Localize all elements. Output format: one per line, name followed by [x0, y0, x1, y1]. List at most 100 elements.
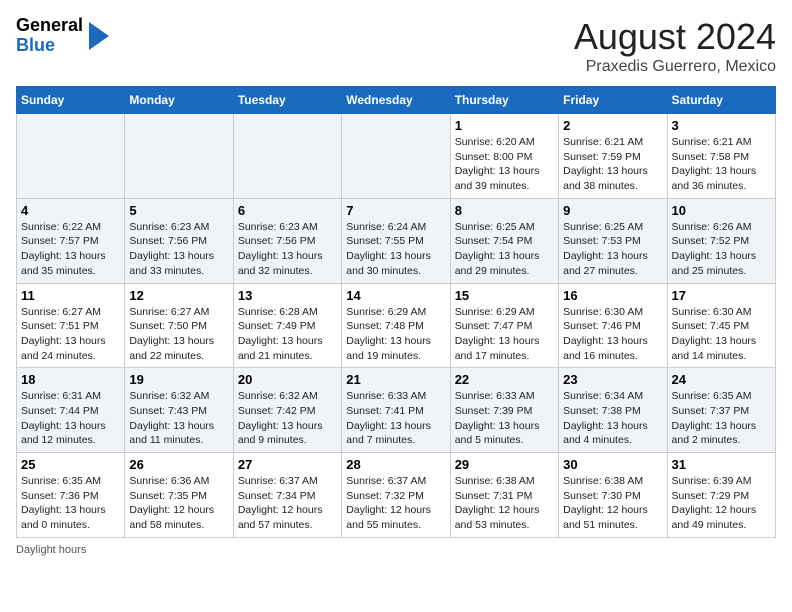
calendar-day-cell: 22 Sunrise: 6:33 AMSunset: 7:39 PMDayligh… — [450, 368, 558, 453]
logo-general: General — [16, 15, 83, 35]
day-number: 4 — [21, 203, 120, 218]
calendar-week-row: 1 Sunrise: 6:20 AMSunset: 8:00 PMDaylight… — [17, 114, 776, 199]
calendar-day-cell: 23 Sunrise: 6:34 AMSunset: 7:38 PMDayligh… — [559, 368, 667, 453]
calendar-day-cell: 30Sunrise: 6:38 AMSunset: 7:30 PMDayligh… — [559, 453, 667, 538]
calendar-day-cell: 31 Sunrise: 6:39 AMSunset: 7:29 PMDayligh… — [667, 453, 775, 538]
day-info: Sunrise: 6:37 AMSunset: 7:32 PMDaylight:… — [346, 474, 445, 533]
day-number: 28 — [346, 457, 445, 472]
day-number: 19 — [129, 372, 228, 387]
logo-text: General Blue — [16, 16, 83, 56]
calendar-day-cell: 20 Sunrise: 6:32 AMSunset: 7:42 PMDayligh… — [233, 368, 341, 453]
day-info: Sunrise: 6:35 AMSunset: 7:36 PMDaylight:… — [21, 474, 120, 533]
day-info: Sunrise: 6:24 AMSunset: 7:55 PMDaylight:… — [346, 220, 445, 279]
day-number: 15 — [455, 288, 554, 303]
day-info: Sunrise: 6:35 AMSunset: 7:37 PMDaylight:… — [672, 389, 771, 448]
calendar-day-header: Friday — [559, 87, 667, 114]
calendar-day-cell: 19 Sunrise: 6:32 AMSunset: 7:43 PMDayligh… — [125, 368, 233, 453]
calendar-day-cell: 1 Sunrise: 6:20 AMSunset: 8:00 PMDaylight… — [450, 114, 558, 199]
day-number: 5 — [129, 203, 228, 218]
calendar-day-cell: 13 Sunrise: 6:28 AMSunset: 7:49 PMDayligh… — [233, 283, 341, 368]
calendar-day-cell: 2 Sunrise: 6:21 AMSunset: 7:59 PMDaylight… — [559, 114, 667, 199]
day-number: 9 — [563, 203, 662, 218]
day-number: 25 — [21, 457, 120, 472]
day-number: 2 — [563, 118, 662, 133]
day-number: 1 — [455, 118, 554, 133]
calendar-day-cell: 7 Sunrise: 6:24 AMSunset: 7:55 PMDaylight… — [342, 198, 450, 283]
day-number: 20 — [238, 372, 337, 387]
day-number: 13 — [238, 288, 337, 303]
day-number: 14 — [346, 288, 445, 303]
day-number: 23 — [563, 372, 662, 387]
day-info: Sunrise: 6:27 AMSunset: 7:50 PMDaylight:… — [129, 305, 228, 364]
calendar-week-row: 4 Sunrise: 6:22 AMSunset: 7:57 PMDaylight… — [17, 198, 776, 283]
calendar-day-cell: 27Sunrise: 6:37 AMSunset: 7:34 PMDayligh… — [233, 453, 341, 538]
day-info: Sunrise: 6:23 AMSunset: 7:56 PMDaylight:… — [129, 220, 228, 279]
day-info: Sunrise: 6:30 AMSunset: 7:45 PMDaylight:… — [672, 305, 771, 364]
day-number: 22 — [455, 372, 554, 387]
day-info: Sunrise: 6:26 AMSunset: 7:52 PMDaylight:… — [672, 220, 771, 279]
day-number: 31 — [672, 457, 771, 472]
calendar-day-cell: 24 Sunrise: 6:35 AMSunset: 7:37 PMDayligh… — [667, 368, 775, 453]
day-number: 27 — [238, 457, 337, 472]
day-number: 24 — [672, 372, 771, 387]
page-subtitle: Praxedis Guerrero, Mexico — [574, 58, 776, 76]
calendar-day-cell: 11 Sunrise: 6:27 AMSunset: 7:51 PMDayligh… — [17, 283, 125, 368]
day-number: 12 — [129, 288, 228, 303]
day-info: Sunrise: 6:27 AMSunset: 7:51 PMDaylight:… — [21, 305, 120, 364]
calendar-day-cell: 28 Sunrise: 6:37 AMSunset: 7:32 PMDayligh… — [342, 453, 450, 538]
page-header: General Blue August 2024 Praxedis Guerre… — [16, 16, 776, 76]
day-info: Sunrise: 6:32 AMSunset: 7:42 PMDaylight:… — [238, 389, 337, 448]
day-info: Sunrise: 6:31 AMSunset: 7:44 PMDaylight:… — [21, 389, 120, 448]
calendar-day-cell: 4 Sunrise: 6:22 AMSunset: 7:57 PMDaylight… — [17, 198, 125, 283]
calendar-table: SundayMondayTuesdayWednesdayThursdayFrid… — [16, 86, 776, 538]
day-info: Sunrise: 6:34 AMSunset: 7:38 PMDaylight:… — [563, 389, 662, 448]
logo-blue: Blue — [16, 35, 55, 55]
calendar-day-header: Saturday — [667, 87, 775, 114]
day-info: Sunrise: 6:25 AMSunset: 7:53 PMDaylight:… — [563, 220, 662, 279]
calendar-day-cell: 17 Sunrise: 6:30 AMSunset: 7:45 PMDayligh… — [667, 283, 775, 368]
calendar-day-cell: 3 Sunrise: 6:21 AMSunset: 7:58 PMDaylight… — [667, 114, 775, 199]
day-info: Sunrise: 6:22 AMSunset: 7:57 PMDaylight:… — [21, 220, 120, 279]
calendar-day-cell: 18 Sunrise: 6:31 AMSunset: 7:44 PMDayligh… — [17, 368, 125, 453]
day-info: Sunrise: 6:29 AMSunset: 7:47 PMDaylight:… — [455, 305, 554, 364]
day-info: Sunrise: 6:38 AMSunset: 7:30 PMDaylight:… — [563, 474, 662, 533]
day-info: Sunrise: 6:29 AMSunset: 7:48 PMDaylight:… — [346, 305, 445, 364]
page-title: August 2024 — [574, 16, 776, 58]
day-info: Sunrise: 6:32 AMSunset: 7:43 PMDaylight:… — [129, 389, 228, 448]
calendar-day-cell: 6 Sunrise: 6:23 AMSunset: 7:56 PMDaylight… — [233, 198, 341, 283]
day-info: Sunrise: 6:38 AMSunset: 7:31 PMDaylight:… — [455, 474, 554, 533]
day-number: 6 — [238, 203, 337, 218]
day-number: 10 — [672, 203, 771, 218]
day-number: 17 — [672, 288, 771, 303]
day-info: Sunrise: 6:33 AMSunset: 7:41 PMDaylight:… — [346, 389, 445, 448]
calendar-day-cell: 16Sunrise: 6:30 AMSunset: 7:46 PMDayligh… — [559, 283, 667, 368]
footer: Daylight hours — [16, 544, 776, 556]
day-number: 11 — [21, 288, 120, 303]
day-info: Sunrise: 6:36 AMSunset: 7:35 PMDaylight:… — [129, 474, 228, 533]
calendar-week-row: 11 Sunrise: 6:27 AMSunset: 7:51 PMDayligh… — [17, 283, 776, 368]
day-number: 3 — [672, 118, 771, 133]
day-info: Sunrise: 6:28 AMSunset: 7:49 PMDaylight:… — [238, 305, 337, 364]
calendar-day-header: Monday — [125, 87, 233, 114]
day-info: Sunrise: 6:33 AMSunset: 7:39 PMDaylight:… — [455, 389, 554, 448]
day-info: Sunrise: 6:21 AMSunset: 7:58 PMDaylight:… — [672, 135, 771, 194]
day-number: 7 — [346, 203, 445, 218]
calendar-day-cell: 14 Sunrise: 6:29 AMSunset: 7:48 PMDayligh… — [342, 283, 450, 368]
calendar-day-header: Thursday — [450, 87, 558, 114]
day-info: Sunrise: 6:20 AMSunset: 8:00 PMDaylight:… — [455, 135, 554, 194]
day-number: 21 — [346, 372, 445, 387]
day-number: 29 — [455, 457, 554, 472]
calendar-day-cell: 8Sunrise: 6:25 AMSunset: 7:54 PMDaylight… — [450, 198, 558, 283]
day-info: Sunrise: 6:23 AMSunset: 7:56 PMDaylight:… — [238, 220, 337, 279]
calendar-day-cell — [17, 114, 125, 199]
calendar-day-cell: 25 Sunrise: 6:35 AMSunset: 7:36 PMDayligh… — [17, 453, 125, 538]
calendar-day-cell: 26Sunrise: 6:36 AMSunset: 7:35 PMDayligh… — [125, 453, 233, 538]
day-info: Sunrise: 6:21 AMSunset: 7:59 PMDaylight:… — [563, 135, 662, 194]
day-number: 18 — [21, 372, 120, 387]
calendar-header-row: SundayMondayTuesdayWednesdayThursdayFrid… — [17, 87, 776, 114]
day-info: Sunrise: 6:39 AMSunset: 7:29 PMDaylight:… — [672, 474, 771, 533]
calendar-day-header: Tuesday — [233, 87, 341, 114]
title-block: August 2024 Praxedis Guerrero, Mexico — [574, 16, 776, 76]
calendar-body: 1 Sunrise: 6:20 AMSunset: 8:00 PMDaylight… — [17, 114, 776, 538]
calendar-day-cell: 29 Sunrise: 6:38 AMSunset: 7:31 PMDayligh… — [450, 453, 558, 538]
